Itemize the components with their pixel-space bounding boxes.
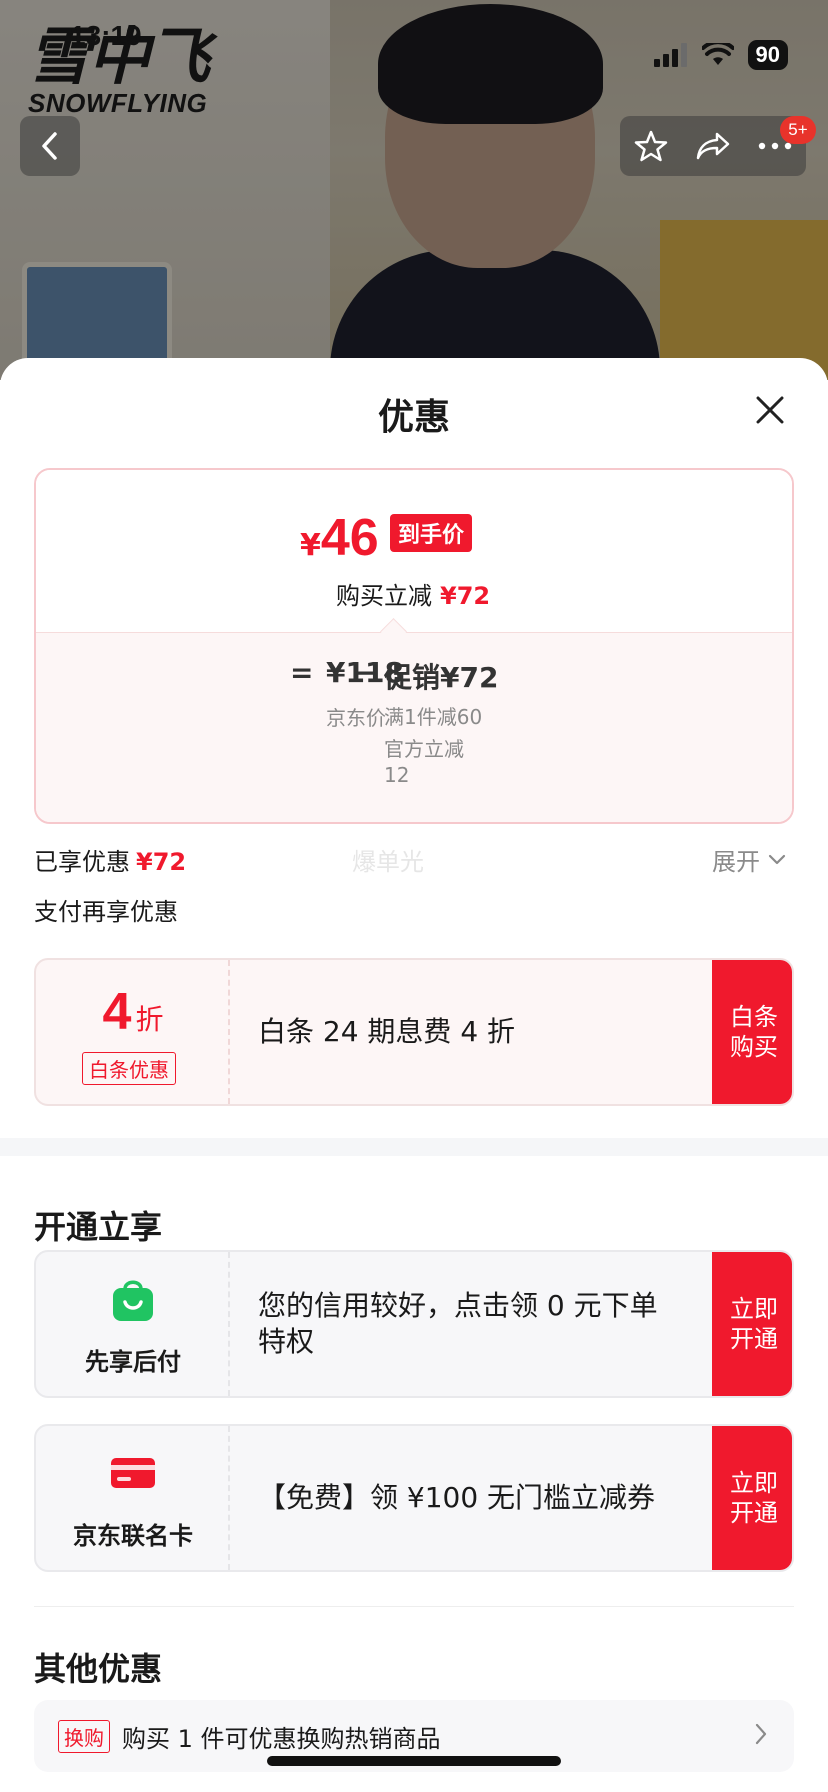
final-price: ¥ 46: [300, 508, 379, 568]
brand-logo-en: SNOWFLYING: [28, 88, 208, 118]
sheet-title: 优惠: [377, 397, 450, 438]
baitiao-left: 4折 白条优惠: [36, 960, 230, 1104]
baitiao-card[interactable]: 4折 白条优惠 白条 24 期息费 4 折 白条购买: [34, 958, 794, 1106]
status-icons: 90: [653, 40, 788, 70]
discount-number: 4: [102, 983, 132, 1041]
promo-detail: 官方立减: [384, 737, 464, 761]
open-section-title: 开通立享: [34, 1208, 163, 1246]
minus-sign: −: [354, 656, 378, 689]
wifi-icon: [701, 43, 734, 65]
cobrand-card[interactable]: 京东联名卡 【免费】领 ¥100 无门槛立减券 立即开通: [34, 1424, 794, 1572]
red-card-icon: [111, 1458, 155, 1488]
more-icon[interactable]: [758, 142, 792, 150]
baitiao-text: 白条 24 期息费 4 折: [258, 1015, 516, 1048]
cobrand-label: 京东联名卡: [73, 1522, 193, 1550]
nav-action-group: [620, 116, 806, 176]
expand-button[interactable]: 展开: [712, 842, 786, 877]
message-badge: 5+: [780, 116, 816, 144]
divider-line: [34, 1606, 794, 1607]
instant-reduce-label: 购买立减: [336, 582, 432, 610]
price-breakdown-card: ¥ 46 到手价 购买立减 ¥72 = ¥118 京东价 − 促销¥72 满1件减…: [34, 468, 794, 824]
green-bag-icon: [113, 1280, 153, 1321]
promo-detail: 12: [384, 763, 410, 787]
section-divider: [0, 1138, 828, 1156]
promo-value: 促销¥72: [384, 661, 499, 694]
chevron-left-icon: [42, 132, 57, 160]
final-price-tag: 到手价: [390, 514, 473, 552]
expand-label: 展开: [712, 848, 760, 876]
baitiao-buy-button[interactable]: 白条购买: [712, 960, 792, 1104]
swap-tag: 换购: [58, 1719, 110, 1753]
baitiao-discount: 4折: [36, 982, 230, 1042]
home-indicator[interactable]: [267, 1756, 561, 1766]
other-section-title: 其他优惠: [34, 1650, 163, 1688]
final-price-value: 46: [320, 509, 379, 567]
promo-detail: 满1件减60: [384, 705, 483, 729]
star-icon[interactable]: [634, 129, 668, 163]
watermark-text: 爆单光: [352, 848, 424, 876]
discount-unit: 折: [135, 1003, 164, 1036]
status-time: 13:19: [70, 20, 142, 51]
instant-reduce-amount: ¥72: [440, 582, 491, 610]
cobrand-left: 京东联名卡: [36, 1426, 230, 1570]
share-icon[interactable]: [695, 130, 731, 162]
pay-later-label: 先享后付: [85, 1348, 181, 1376]
enjoyed-amount: ¥72: [136, 848, 187, 876]
chevron-right-icon: [755, 1723, 767, 1745]
enjoyed-label: 已享优惠: [34, 848, 130, 876]
signal-icon: [653, 43, 687, 67]
chevron-down-icon: [768, 854, 786, 864]
swap-offer-text: 购买 1 件可优惠换购热销商品: [122, 1724, 441, 1753]
pay-later-text: 您的信用较好，点击领 0 元下单特权: [258, 1289, 658, 1358]
cobrand-open-button[interactable]: 立即开通: [712, 1426, 792, 1570]
battery-indicator: 90: [747, 40, 788, 70]
pay-later-left: 先享后付: [36, 1252, 230, 1396]
back-button[interactable]: [20, 116, 80, 176]
base-price-label: 京东价: [326, 706, 386, 730]
pay-later-card[interactable]: 先享后付 您的信用较好，点击领 0 元下单特权 立即开通: [34, 1250, 794, 1398]
enjoyed-discount: 已享优惠 ¥72: [34, 842, 186, 877]
instant-reduce: 购买立减 ¥72: [336, 576, 490, 611]
cobrand-text: 【免费】领 ¥100 无门槛立减券: [258, 1481, 656, 1514]
pay-later-open-button[interactable]: 立即开通: [712, 1252, 792, 1396]
close-icon[interactable]: [748, 388, 792, 432]
discount-sheet: 优惠 ¥ 46 到手价 购买立减 ¥72 = ¥118 京东价 − 促销¥72 满…: [0, 358, 828, 1792]
currency-symbol: ¥: [300, 528, 321, 563]
pay-more-title: 支付再享优惠: [34, 898, 178, 926]
equals-sign: =: [290, 656, 314, 689]
baitiao-tag: 白条优惠: [82, 1052, 176, 1085]
